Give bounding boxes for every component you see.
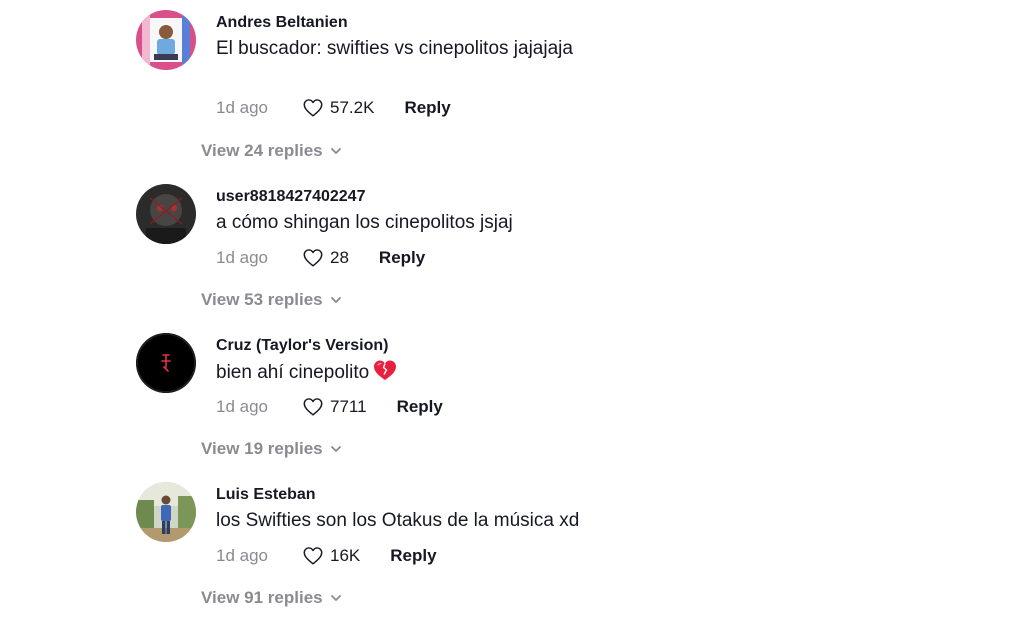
like-count: 28 (330, 248, 349, 267)
comment-meta: 1d ago 16K Reply (216, 544, 437, 568)
comment-username[interactable]: Luis Esteban (216, 486, 316, 504)
view-replies-label: View 19 replies (201, 439, 323, 458)
comment-time: 1d ago (216, 546, 268, 565)
view-replies-label: View 91 replies (201, 588, 323, 607)
comment-meta: 1d ago 28 Reply (216, 246, 425, 270)
heart-outline-icon (303, 398, 323, 416)
heart-outline-icon (303, 99, 323, 117)
chevron-down-icon (330, 148, 341, 154)
comment-item: Luis Esteban los Swifties son los Otakus… (136, 482, 836, 632)
view-replies-button[interactable]: View 91 replies (201, 586, 343, 610)
avatar[interactable] (136, 333, 196, 393)
avatar[interactable] (136, 10, 196, 70)
like-button[interactable]: 57.2K (302, 97, 374, 119)
view-replies-label: View 53 replies (201, 290, 323, 309)
avatar-boy-photo-icon (136, 10, 196, 70)
comment-text-content: bien ahí cinepolito (216, 362, 370, 383)
comment-time: 1d ago (216, 248, 268, 267)
like-button[interactable]: 16K (302, 545, 360, 567)
view-replies-button[interactable]: View 53 replies (201, 288, 343, 312)
heart-outline-icon (303, 547, 323, 565)
broken-heart-emoji-icon (373, 359, 397, 389)
comment-text: El buscador: swifties vs cinepolitos jaj… (216, 38, 573, 59)
comment-meta: 1d ago 7711 Reply (216, 395, 443, 419)
like-button[interactable]: 28 (302, 247, 349, 269)
view-replies-button[interactable]: View 19 replies (201, 437, 343, 461)
comment-item: Andres Beltanien El buscador: swifties v… (136, 10, 836, 160)
avatar[interactable] (136, 482, 196, 542)
chevron-down-icon (330, 595, 341, 601)
chevron-down-icon (330, 297, 341, 303)
chevron-down-icon (330, 446, 341, 452)
comment-text: bien ahí cinepolito (216, 359, 736, 389)
reply-button[interactable]: Reply (404, 98, 450, 118)
avatar-outdoor-photo-icon (136, 482, 196, 542)
like-button[interactable]: 7711 (302, 396, 367, 418)
comment-username[interactable]: Cruz (Taylor's Version) (216, 337, 388, 355)
comment-username[interactable]: Andres Beltanien (216, 14, 348, 32)
comment-item: Cruz (Taylor's Version) bien ahí cinepol… (136, 333, 836, 483)
like-count: 16K (330, 546, 361, 565)
reply-button[interactable]: Reply (379, 248, 425, 268)
view-replies-button[interactable]: View 24 replies (201, 139, 343, 163)
like-count: 57.2K (330, 98, 375, 117)
comment-meta: 1d ago 57.2K Reply (216, 96, 451, 120)
view-replies-label: View 24 replies (201, 141, 323, 160)
like-count: 7711 (330, 397, 367, 416)
comment-time: 1d ago (216, 98, 268, 117)
comment-time: 1d ago (216, 397, 268, 416)
heart-outline-icon (303, 249, 323, 267)
reply-button[interactable]: Reply (397, 397, 443, 417)
reply-button[interactable]: Reply (390, 546, 436, 566)
comment-item: user8818427402247 a cómo shingan los cin… (136, 184, 836, 334)
comment-text: a cómo shingan los cinepolitos jsjaj (216, 212, 513, 233)
avatar-dark-photo-icon (136, 184, 196, 244)
comment-username[interactable]: user8818427402247 (216, 188, 365, 206)
avatar-black-red-logo-icon (136, 333, 196, 393)
comment-text: los Swifties son los Otakus de la música… (216, 510, 580, 531)
avatar[interactable] (136, 184, 196, 244)
